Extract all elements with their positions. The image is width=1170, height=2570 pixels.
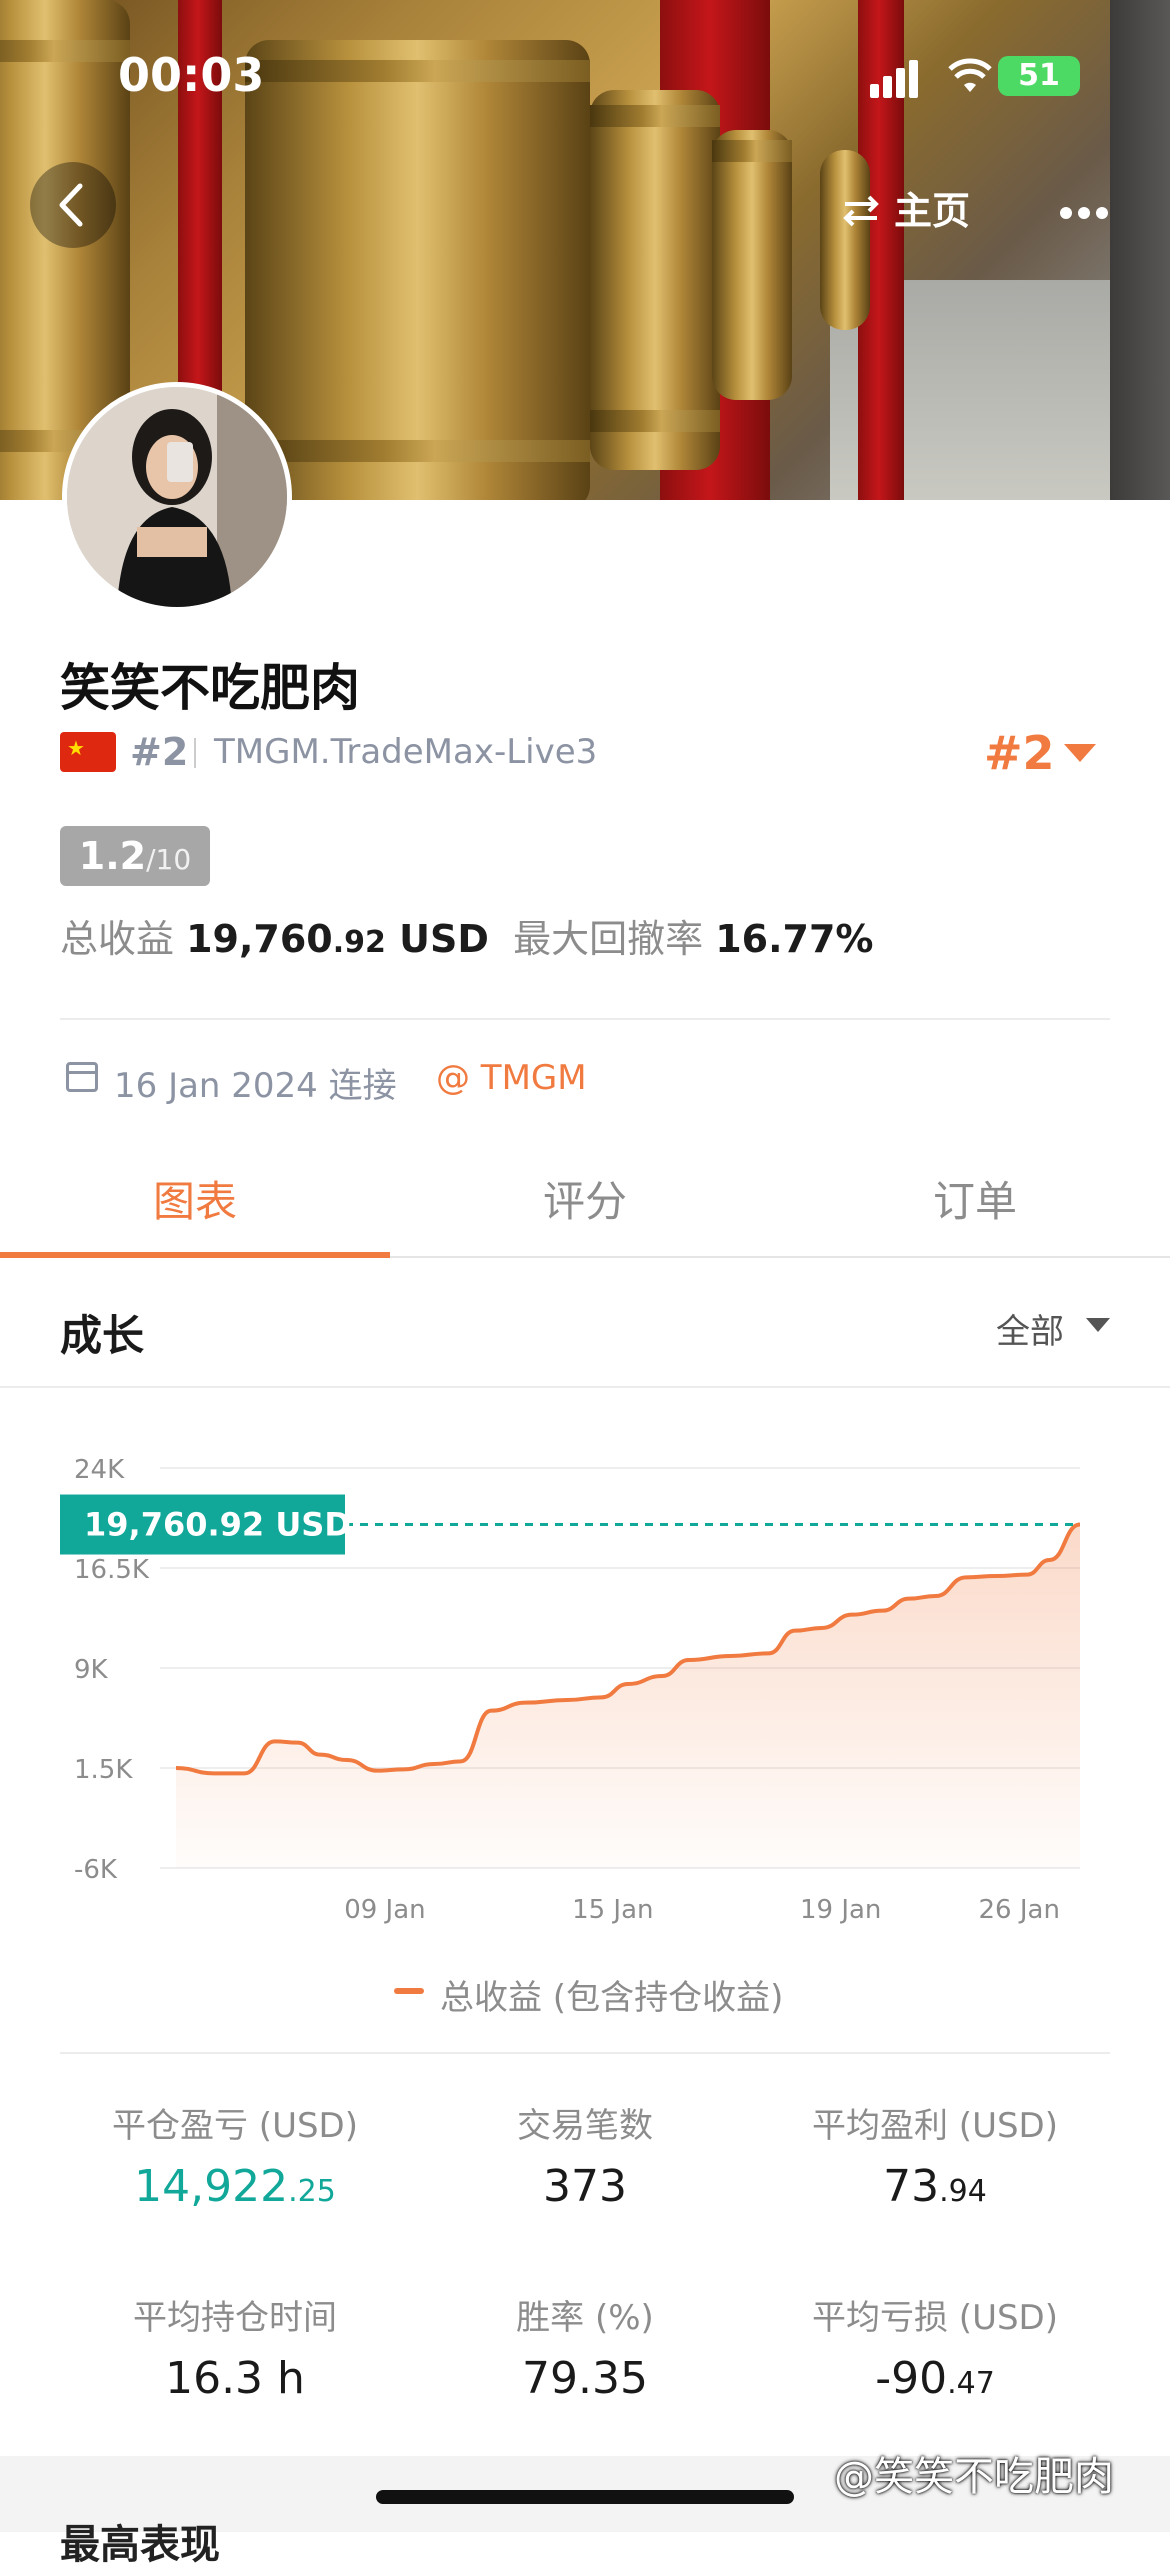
x-tick-label: 09 Jan — [344, 1895, 425, 1925]
growth-chart: 24K 16.5K 9K 1.5K -6K 09 Jan 15 Jan 19 Jan 26 J… — [60, 1455, 1081, 1925]
metric-closed-pnl: 平仓盈亏 (USD) 14,922.25 — [40, 2098, 430, 2212]
score-max: /10 — [146, 843, 192, 876]
metric-value: -90.47 — [875, 2353, 995, 2404]
chevron-down-icon[interactable] — [1086, 1318, 1110, 1332]
y-tick-label: 9K — [74, 1655, 109, 1685]
chevron-left-icon — [59, 183, 83, 227]
connected-date: 16 Jan 2024 连接 — [114, 1066, 397, 1106]
max-drawdown-value: 16.77% — [715, 917, 874, 961]
rank-dropdown[interactable]: #2 — [984, 726, 1055, 780]
tab-orders[interactable]: 订单 — [780, 1168, 1170, 1229]
signal-icon — [870, 60, 922, 98]
calendar-icon — [66, 1062, 98, 1092]
current-value-label: 19,760.92 USD — [84, 1506, 351, 1544]
score-value: 1.2 — [78, 834, 147, 878]
metric-value: 16.3 h — [165, 2353, 305, 2404]
watermark: @笑笑不吃肥肉 — [834, 2454, 1114, 2500]
section-title: 成长 — [60, 1311, 145, 1360]
profit-summary: 总收益 19,760.92 USD 最大回撤率 16.77% — [60, 908, 873, 963]
metric-avg-profit: 平均盈利 (USD) 73.94 — [740, 2098, 1130, 2212]
total-profit-label: 总收益 — [60, 917, 175, 961]
total-profit-value: 19,760.92 USD — [186, 917, 489, 961]
divider — [60, 2052, 1110, 2054]
tab-rating[interactable]: 评分 — [390, 1168, 780, 1229]
next-section-title: 最高表现 — [60, 2522, 220, 2568]
metric-value: 79.35 — [522, 2353, 648, 2404]
more-button[interactable] — [1058, 170, 1110, 235]
x-tick-label: 19 Jan — [800, 1895, 881, 1925]
x-tick-label: 26 Jan — [979, 1895, 1060, 1925]
metric-avg-hold-time: 平均持仓时间 16.3 h — [40, 2290, 430, 2404]
home-label: 主页 — [893, 189, 970, 233]
score-badge: 1.2/10 — [60, 826, 210, 886]
y-tick-label: 1.5K — [74, 1755, 133, 1785]
y-tick-label: -6K — [74, 1855, 118, 1885]
x-tick-label: 15 Jan — [572, 1895, 653, 1925]
divider — [194, 738, 196, 768]
broker-link[interactable]: @ TMGM — [436, 1058, 587, 1098]
range-filter[interactable]: 全部 — [996, 1304, 1064, 1353]
home-button[interactable]: 主页 — [841, 180, 970, 235]
metric-value: 373 — [543, 2161, 627, 2212]
metric-label: 胜率 (%) — [516, 2298, 654, 2338]
back-button[interactable] — [30, 162, 116, 248]
active-tab-indicator — [0, 1252, 390, 1258]
metric-avg-loss: 平均亏损 (USD) -90.47 — [740, 2290, 1130, 2404]
divider — [60, 1018, 1110, 1020]
metric-label: 平均亏损 (USD) — [812, 2298, 1058, 2338]
metric-win-rate: 胜率 (%) 79.35 — [390, 2290, 780, 2404]
divider — [0, 1386, 1170, 1388]
ellipsis-icon — [1060, 207, 1108, 219]
china-flag-icon: ★ — [60, 732, 116, 772]
metric-trade-count: 交易笔数 373 — [390, 2098, 780, 2212]
y-tick-label: 16.5K — [74, 1555, 150, 1585]
series-area — [176, 1524, 1080, 1868]
wifi-icon — [948, 58, 992, 98]
chevron-down-icon[interactable] — [1064, 744, 1096, 762]
y-tick-label: 24K — [74, 1455, 125, 1485]
avatar[interactable] — [62, 382, 292, 612]
tab-chart[interactable]: 图表 — [0, 1168, 390, 1229]
metric-label: 交易笔数 — [517, 2106, 653, 2146]
metric-label: 平均盈利 (USD) — [812, 2106, 1058, 2146]
home-indicator[interactable] — [376, 2490, 794, 2504]
metric-label: 平均持仓时间 — [133, 2298, 337, 2338]
legend-swatch — [394, 1988, 424, 1994]
metric-value: 73.94 — [883, 2161, 987, 2212]
swap-icon — [842, 195, 879, 227]
battery-icon: 51 — [998, 56, 1080, 96]
legend-label: 总收益 (包含持仓收益) — [440, 1978, 784, 2018]
metric-value: 14,922.25 — [134, 2161, 336, 2212]
max-drawdown-label: 最大回撤率 — [513, 917, 704, 961]
profile-name: 笑笑不吃肥肉 — [60, 659, 360, 717]
rank-badge: #2 — [130, 730, 189, 774]
metric-label: 平仓盈亏 (USD) — [112, 2106, 358, 2146]
status-time: 00:03 — [118, 48, 265, 102]
server-name: TMGM.TradeMax-Live3 — [214, 732, 598, 772]
